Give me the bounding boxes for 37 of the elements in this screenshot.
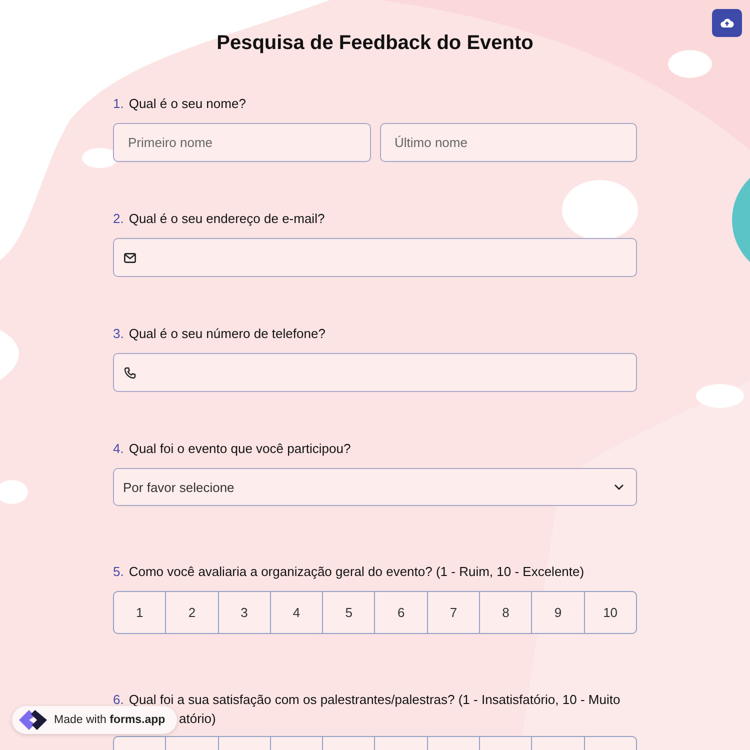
badge-text: Made with forms.app: [54, 714, 166, 726]
question-label: Como você avaliaria a organização geral do evento? (1 - Ruim, 10 - Excelente): [128, 563, 584, 581]
question-label: atório): [179, 711, 216, 726]
rating-option[interactable]: 3: [218, 592, 270, 633]
rating-option[interactable]: 4: [270, 592, 322, 633]
chevron-down-icon: [614, 484, 624, 490]
rating-option[interactable]: 7: [426, 592, 480, 633]
input-field[interactable]: [113, 238, 637, 277]
rating-option[interactable]: 10: [584, 592, 636, 633]
question-label: Qual é o seu nome?: [128, 95, 246, 113]
question-label: Qual foi a sua satisfação com os palestrantes/palestras? (1 - Insatisfatório, 10 - Muito: [128, 691, 620, 709]
question-label: Qual é o seu número de telefone?: [128, 325, 326, 343]
upload-button[interactable]: [712, 9, 742, 37]
made-with-badge[interactable]: Made with forms.app: [12, 706, 178, 734]
rating-option[interactable]: 9: [531, 592, 584, 633]
question-number: 6.: [113, 691, 124, 709]
rating-option[interactable]: 1: [114, 592, 166, 633]
question-number: 4.: [113, 440, 124, 458]
phone-icon: [124, 366, 136, 378]
input-field[interactable]: Último nome: [380, 123, 637, 162]
select-dropdown[interactable]: Por favor selecione: [113, 468, 637, 506]
logo-icon: [18, 708, 48, 732]
form-title: Pesquisa de Feedback do Evento: [216, 32, 534, 55]
question-label: Qual foi o evento que você participou?: [128, 440, 351, 458]
cloud-upload-icon: [720, 17, 734, 29]
question-number: 3.: [113, 325, 124, 343]
mail-icon: [124, 252, 136, 262]
question-number: 1.: [113, 95, 124, 113]
input-field[interactable]: Primeiro nome: [113, 123, 370, 162]
rating-option[interactable]: 6: [374, 592, 427, 633]
rating-option[interactable]: 2: [165, 592, 218, 633]
question-number: 2.: [113, 210, 124, 228]
rating-option[interactable]: 8: [479, 592, 532, 633]
rating-option[interactable]: 5: [322, 592, 374, 633]
input-field[interactable]: [113, 353, 637, 392]
question-label: Qual é o seu endereço de e-mail?: [128, 210, 325, 228]
question-number: 5.: [113, 563, 124, 581]
